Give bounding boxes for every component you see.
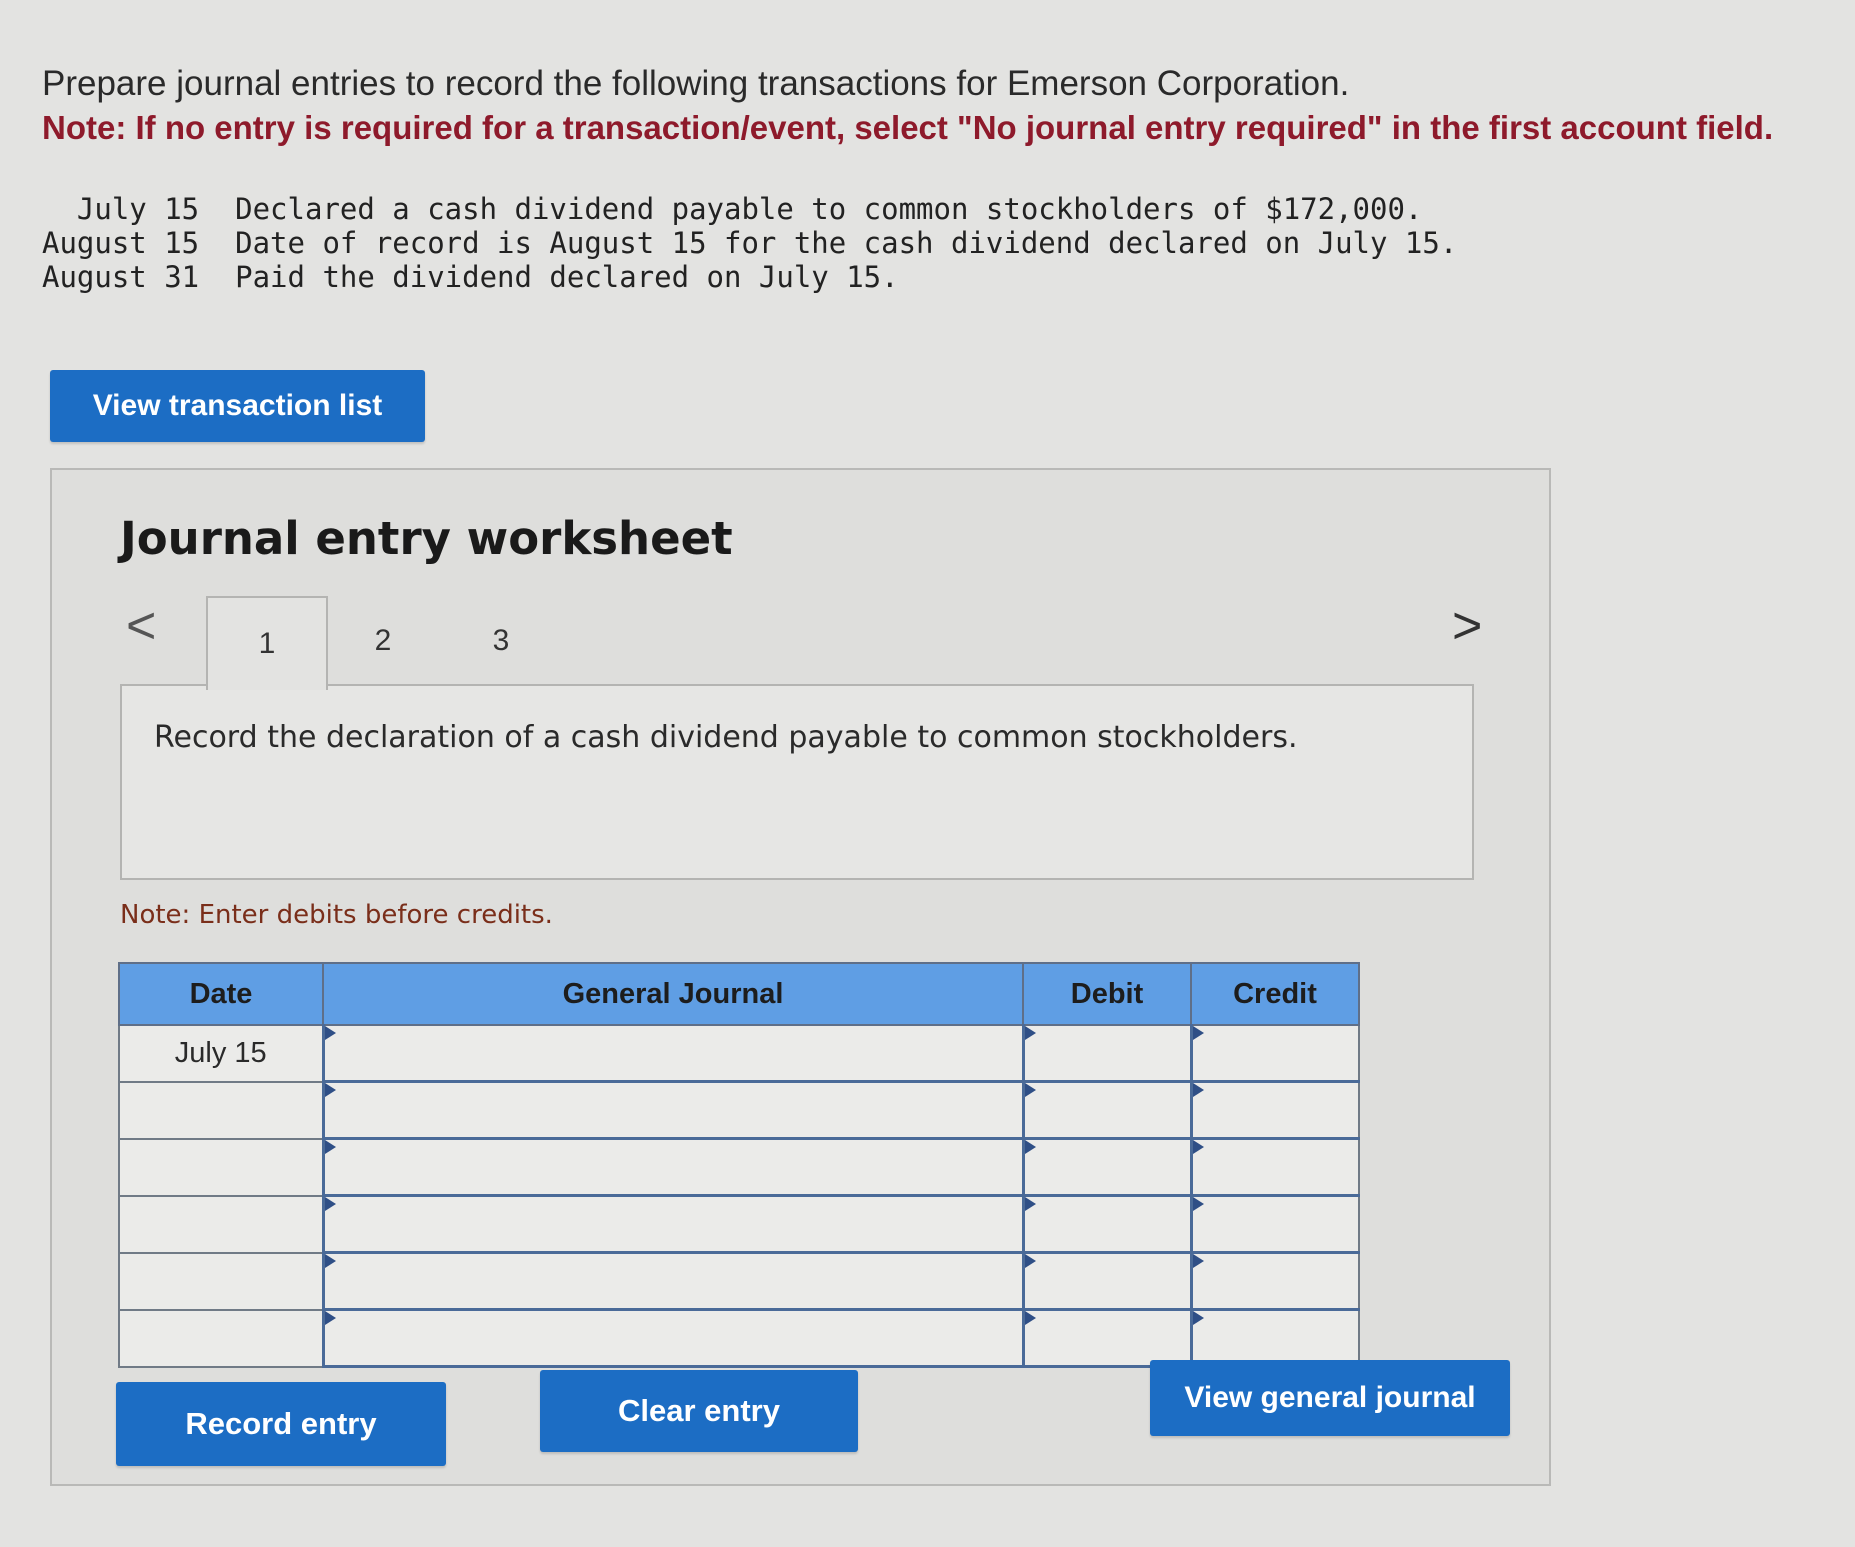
date-cell[interactable]: July 15 <box>118 1024 324 1083</box>
transaction-row: July 15 Declared a cash dividend payable… <box>42 192 1457 226</box>
credit-input[interactable] <box>1189 1251 1360 1311</box>
transaction-list: July 15 Declared a cash dividend payable… <box>42 192 1457 294</box>
account-input[interactable] <box>321 1137 1024 1197</box>
input-marker-icon <box>1192 1083 1204 1097</box>
date-cell[interactable] <box>118 1308 324 1368</box>
clear-entry-button[interactable]: Clear entry <box>540 1370 858 1452</box>
transaction-text: Declared a cash dividend payable to comm… <box>235 192 1423 226</box>
debit-input[interactable] <box>1021 1308 1192 1368</box>
column-header-general-journal: General Journal <box>322 962 1024 1026</box>
worksheet-title: Journal entry worksheet <box>120 512 733 565</box>
input-marker-icon <box>1192 1311 1204 1325</box>
journal-entry-worksheet: Journal entry worksheet < 1 2 3 > Record… <box>50 468 1551 1486</box>
debit-input[interactable] <box>1021 1194 1192 1254</box>
table-row <box>118 1308 1360 1368</box>
input-marker-icon <box>1024 1083 1036 1097</box>
tab-2[interactable]: 2 <box>324 596 442 686</box>
instruction-text: Record the declaration of a cash dividen… <box>154 720 1298 755</box>
account-input[interactable] <box>321 1194 1024 1254</box>
account-input[interactable] <box>321 1308 1024 1368</box>
input-marker-icon <box>1024 1197 1036 1211</box>
chevron-right-icon[interactable]: > <box>1452 600 1482 652</box>
debit-input[interactable] <box>1021 1080 1192 1140</box>
tab-3[interactable]: 3 <box>442 596 560 686</box>
credit-input[interactable] <box>1189 1308 1360 1368</box>
account-input[interactable] <box>321 1024 1024 1083</box>
debit-input[interactable] <box>1021 1024 1192 1083</box>
dropdown-marker-icon <box>324 1311 336 1325</box>
input-marker-icon <box>1192 1254 1204 1268</box>
view-transaction-list-button[interactable]: View transaction list <box>50 370 425 442</box>
debit-input[interactable] <box>1021 1251 1192 1311</box>
column-header-debit: Debit <box>1022 962 1192 1026</box>
instruction-text: Prepare journal entries to record the fo… <box>42 64 1350 103</box>
input-marker-icon <box>1024 1140 1036 1154</box>
date-cell[interactable] <box>118 1137 324 1197</box>
input-marker-icon <box>1192 1197 1204 1211</box>
transaction-date: August 15 <box>42 226 200 260</box>
debit-credit-note: Note: Enter debits before credits. <box>120 900 553 930</box>
transaction-text: Date of record is August 15 for the cash… <box>235 226 1458 260</box>
instructions: Prepare journal entries to record the fo… <box>42 62 1832 150</box>
record-entry-button[interactable]: Record entry <box>116 1382 446 1466</box>
table-row: July 15 <box>118 1024 1360 1083</box>
account-input[interactable] <box>321 1251 1024 1311</box>
chevron-left-icon[interactable]: < <box>126 600 156 652</box>
journal-table: Date General Journal Debit Credit July 1… <box>118 962 1360 1368</box>
date-cell[interactable] <box>118 1251 324 1311</box>
tab-1[interactable]: 1 <box>206 596 328 690</box>
account-input[interactable] <box>321 1080 1024 1140</box>
input-marker-icon <box>1192 1026 1204 1040</box>
table-row <box>118 1137 1360 1197</box>
column-header-date: Date <box>118 962 324 1026</box>
table-row <box>118 1251 1360 1311</box>
column-header-credit: Credit <box>1190 962 1360 1026</box>
dropdown-marker-icon <box>324 1197 336 1211</box>
date-cell[interactable] <box>118 1080 324 1140</box>
credit-input[interactable] <box>1189 1080 1360 1140</box>
input-marker-icon <box>1024 1254 1036 1268</box>
dropdown-marker-icon <box>324 1083 336 1097</box>
input-marker-icon <box>1192 1140 1204 1154</box>
transaction-date: August 31 <box>42 260 200 294</box>
debit-input[interactable] <box>1021 1137 1192 1197</box>
transaction-text: Paid the dividend declared on July 15. <box>235 260 899 294</box>
credit-input[interactable] <box>1189 1137 1360 1197</box>
dropdown-marker-icon <box>324 1254 336 1268</box>
input-marker-icon <box>1024 1311 1036 1325</box>
date-cell[interactable] <box>118 1194 324 1254</box>
transaction-row: August 15 Date of record is August 15 fo… <box>42 226 1457 260</box>
table-row <box>118 1194 1360 1254</box>
instruction-note: Note: If no entry is required for a tran… <box>42 109 1774 146</box>
input-marker-icon <box>1024 1026 1036 1040</box>
instruction-panel: Record the declaration of a cash dividen… <box>120 684 1474 880</box>
dropdown-marker-icon <box>324 1140 336 1154</box>
dropdown-marker-icon <box>324 1026 336 1040</box>
credit-input[interactable] <box>1189 1024 1360 1083</box>
transaction-date: July 15 <box>76 192 200 226</box>
table-row <box>118 1080 1360 1140</box>
transaction-row: August 31 Paid the dividend declared on … <box>42 260 1457 294</box>
credit-input[interactable] <box>1189 1194 1360 1254</box>
view-general-journal-button[interactable]: View general journal <box>1150 1360 1510 1436</box>
journal-header-row: Date General Journal Debit Credit <box>118 962 1360 1026</box>
